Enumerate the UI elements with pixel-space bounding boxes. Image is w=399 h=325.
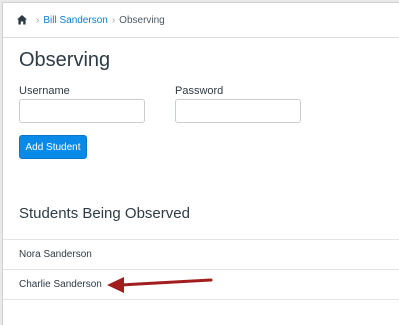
breadcrumb-separator: ›	[36, 14, 40, 26]
annotation-arrow-icon	[107, 277, 213, 293]
home-icon[interactable]	[16, 14, 28, 26]
username-label: Username	[19, 85, 70, 97]
observing-page: › Bill Sanderson › Observing Observing U…	[2, 2, 399, 325]
students-heading: Students Being Observed	[19, 205, 190, 222]
password-label: Password	[175, 85, 224, 97]
breadcrumb-user-link[interactable]: Bill Sanderson	[43, 15, 107, 26]
breadcrumb-current: Observing	[119, 14, 165, 26]
list-item[interactable]: Nora Sanderson	[3, 240, 399, 270]
breadcrumb: › Bill Sanderson › Observing	[3, 3, 399, 38]
password-input[interactable]	[175, 99, 301, 123]
add-student-button[interactable]: Add Student	[19, 135, 87, 159]
page-title: Observing	[19, 49, 111, 71]
breadcrumb-separator: ›	[111, 14, 116, 26]
username-input[interactable]	[19, 99, 145, 123]
